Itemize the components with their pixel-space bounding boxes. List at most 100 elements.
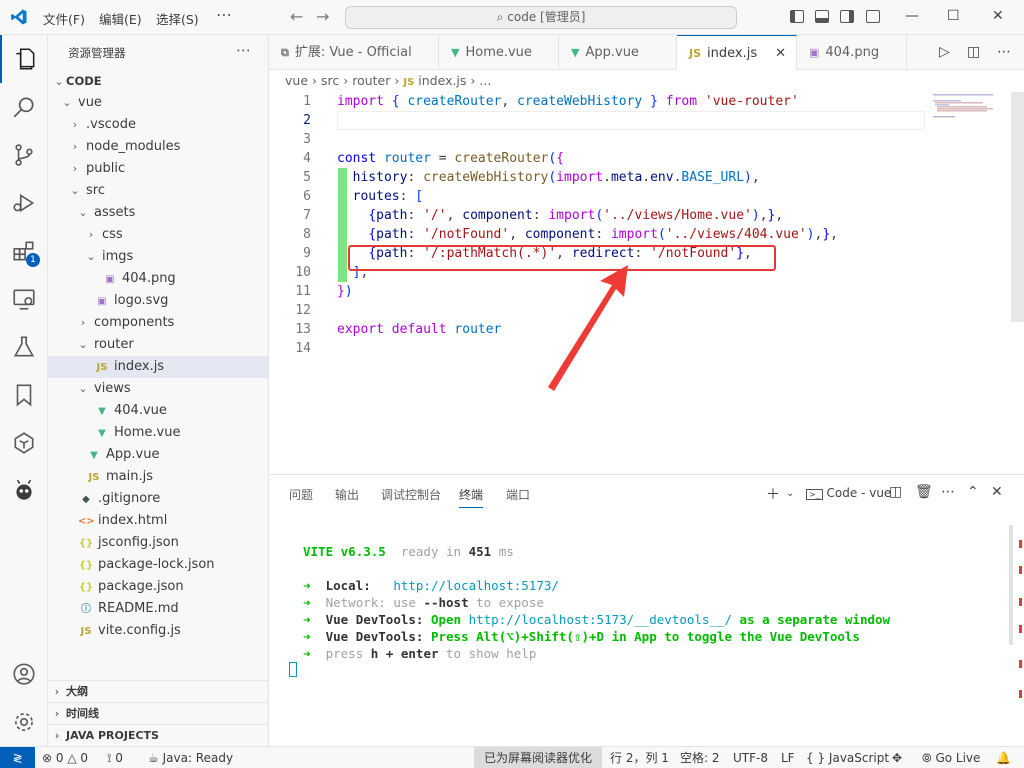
panel-more-icon[interactable]: ⋯ [941,484,955,500]
go-live-status[interactable]: ⦾ Go Live [922,747,980,768]
tab-404-png[interactable]: ▣ 404.png [797,35,907,70]
close-window-icon[interactable]: ✕ [992,8,1004,24]
toggle-panel-icon[interactable] [815,10,829,23]
split-terminal-icon[interactable]: ◫ [889,484,902,500]
testing-flask-icon[interactable] [0,323,48,371]
tree-item[interactable]: ⓘ README.md [48,598,268,620]
tree-item[interactable]: {} package-lock.json [48,554,268,576]
tab-terminal[interactable]: 终端 [459,486,484,508]
encoding-status[interactable]: UTF-8 [733,747,768,768]
maximize-panel-icon[interactable]: ⌃ [967,484,979,500]
account-icon[interactable] [0,650,48,698]
cursor-position[interactable]: 行 2，列 1 [610,747,669,768]
split-editor-icon[interactable]: ◫ [967,44,980,60]
tree-item[interactable]: › node_modules [48,136,268,158]
alien-extension-icon[interactable] [0,467,48,515]
close-panel-icon[interactable]: ✕ [991,484,1003,500]
terminal-instance[interactable]: >_ Code - vue [806,486,891,500]
workspace-root[interactable]: ⌄ CODE [48,70,268,92]
more-menu-icon[interactable]: ⋯ [216,5,232,24]
minimize-icon[interactable]: — [905,8,919,24]
tree-item[interactable]: › components [48,312,268,334]
tree-item[interactable]: JS main.js [48,466,268,488]
tree-item[interactable]: ⌄ src [48,180,268,202]
editor-scrollbar[interactable] [1011,92,1024,322]
breadcrumb-item[interactable]: src [321,73,339,88]
remote-indicator-icon[interactable]: ≷ [0,747,35,768]
ports-status[interactable]: ⟟ 0 [107,747,123,768]
tree-item[interactable]: {} package.json [48,576,268,598]
problems-status[interactable]: ⊗ 0 △ 0 [42,747,88,768]
menu-edit[interactable]: 编辑(E) [99,9,142,28]
indentation-status[interactable]: 空格: 2 [680,747,720,768]
editor-more-icon[interactable]: ⋯ [997,44,1011,60]
java-status[interactable]: ☕ Java: Ready [148,747,233,768]
menu-selection[interactable]: 选择(S) [156,9,199,28]
forward-arrow-icon[interactable]: → [316,7,329,26]
settings-gear-icon[interactable] [0,698,48,746]
tab-index-js[interactable]: JS index.js ✕ [677,35,797,70]
source-control-icon[interactable] [0,131,48,179]
notifications-bell-icon[interactable]: 🔔 [996,747,1011,768]
customize-layout-icon[interactable] [866,10,880,23]
code-editor[interactable]: 1 2 3 4 5 6 7 8 9 10 11 12 13 14 import { createRoute… [269,92,1024,474]
tab-output[interactable]: 输出 [335,486,359,503]
tree-item[interactable]: ◆ .gitignore [48,488,268,510]
tree-item[interactable]: ▼ 404.vue [48,400,268,422]
prettier-icon[interactable]: ✥ [892,747,902,768]
tree-item[interactable]: ⌄ vue [48,92,268,114]
close-tab-icon[interactable]: ✕ [775,36,786,70]
breadcrumb-item[interactable]: ... [479,73,491,88]
tab-app-vue[interactable]: ▼ App.vue [559,35,677,70]
docker-icon[interactable] [0,419,48,467]
tree-item[interactable]: ⌄ views [48,378,268,400]
tree-item[interactable]: ▣ logo.svg [48,290,268,312]
tree-item[interactable]: JS index.js [48,356,268,378]
tree-item[interactable]: JS vite.config.js [48,620,268,642]
toggle-secondary-sidebar-icon[interactable] [840,10,854,23]
explorer-icon[interactable] [0,35,48,83]
search-view-icon[interactable] [0,83,48,131]
eol-status[interactable]: LF [781,747,795,768]
kill-terminal-trash-icon[interactable]: 🗑 [915,484,933,500]
tab-home-vue[interactable]: ▼ Home.vue [439,35,559,70]
tree-item[interactable]: › public [48,158,268,180]
tab-problems[interactable]: 问题 [289,486,313,503]
breadcrumb-item[interactable]: index.js [418,73,466,88]
java-projects-section[interactable]: › JAVA PROJECTS [48,724,268,746]
tree-item[interactable]: › .vscode [48,114,268,136]
extensions-icon[interactable]: 1 [0,227,48,275]
tree-item[interactable]: ⌄ assets [48,202,268,224]
terminal-scrollbar[interactable] [1009,525,1013,645]
language-mode[interactable]: { } JavaScript [806,747,889,768]
tree-item[interactable]: › css [48,224,268,246]
screen-reader-status[interactable]: 已为屏幕阅读器优化 [474,747,603,768]
toggle-primary-sidebar-icon[interactable] [790,10,804,23]
run-icon[interactable]: ▷ [939,44,950,60]
tree-item[interactable]: ▼ Home.vue [48,422,268,444]
tree-item[interactable]: ▣ 404.png [48,268,268,290]
tab-debug-console[interactable]: 调试控制台 [381,486,441,503]
tree-item[interactable]: {} jsconfig.json [48,532,268,554]
back-arrow-icon[interactable]: ← [290,7,303,26]
timeline-section[interactable]: › 时间线 [48,702,268,724]
outline-section[interactable]: › 大纲 [48,680,268,702]
minimap[interactable] [931,92,1005,122]
chevron-down-icon[interactable]: ⌄ [786,488,794,499]
run-debug-icon[interactable] [0,179,48,227]
explorer-more-icon[interactable]: ⋯ [236,41,251,59]
menu-file[interactable]: 文件(F) [43,9,85,28]
tree-item[interactable]: ▼ App.vue [48,444,268,466]
command-center[interactable]: ⌕ code [管理员] [345,6,737,29]
tree-item[interactable]: ⌄ imgs [48,246,268,268]
bookmark-icon[interactable] [0,371,48,419]
maximize-icon[interactable]: ☐ [947,8,960,24]
tree-item[interactable]: ⌄ router [48,334,268,356]
breadcrumb-item[interactable]: router [352,73,390,88]
remote-explorer-icon[interactable] [0,275,48,323]
tab-extension-vue-official[interactable]: ⧉ 扩展: Vue - Official [269,35,439,70]
tree-item[interactable]: <> index.html [48,510,268,532]
breadcrumb-item[interactable]: vue [285,73,308,88]
new-terminal-plus-icon[interactable]: ＋ [766,484,780,504]
tab-ports[interactable]: 端口 [506,486,530,503]
